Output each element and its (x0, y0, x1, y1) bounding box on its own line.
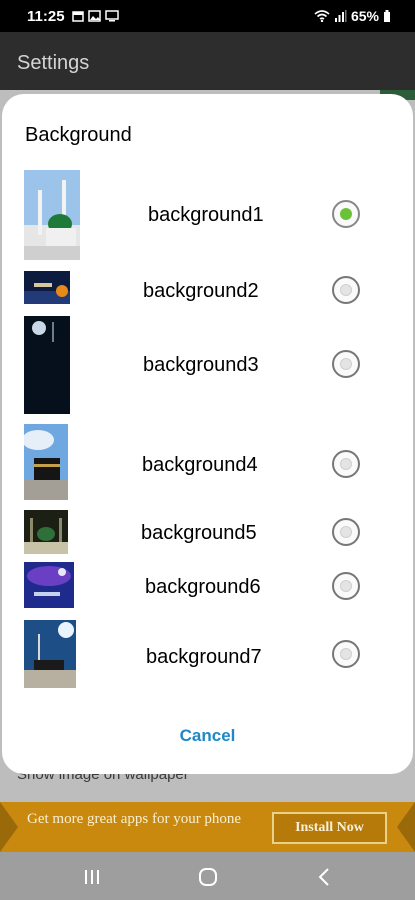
list-item-background7[interactable]: background7 (2, 620, 413, 688)
wifi-icon (314, 10, 330, 22)
desktop-icon (105, 10, 119, 22)
home-icon (199, 868, 217, 886)
option-label: background4 (142, 454, 258, 476)
radio-background7[interactable] (332, 640, 360, 668)
radio-background4[interactable] (332, 450, 360, 478)
ad-banner[interactable]: Get more great apps for your phone Insta… (0, 802, 415, 852)
option-label: background6 (145, 576, 261, 598)
list-item-background1[interactable]: background1 (2, 170, 413, 262)
list-item-background6[interactable]: background6 (2, 562, 413, 610)
radio-background1[interactable] (332, 200, 360, 228)
signal-icon (334, 10, 347, 22)
image-icon (88, 10, 101, 22)
status-time: 11:25 (27, 8, 65, 25)
notification-icons (72, 10, 119, 22)
background6-thumbnail (24, 562, 74, 608)
battery-percent: 65% (350, 8, 379, 24)
option-label: background3 (143, 354, 259, 376)
radio-background6[interactable] (332, 572, 360, 600)
option-label: background1 (148, 204, 264, 226)
background3-thumbnail (24, 316, 70, 414)
background4-thumbnail (24, 424, 68, 500)
list-item-background2[interactable]: background2 (2, 270, 413, 306)
recents-icon (85, 870, 99, 884)
cancel-button[interactable]: Cancel (2, 726, 413, 746)
navigation-bar (0, 852, 415, 900)
background-dialog: Background background1 background2 backg… (2, 94, 413, 774)
home-button[interactable] (196, 865, 220, 889)
radio-background3[interactable] (332, 350, 360, 378)
page-title: Settings (17, 52, 90, 74)
ad-text: Get more great apps for your phone (27, 811, 242, 827)
background5-thumbnail (24, 510, 68, 554)
calendar-icon (72, 11, 84, 22)
ad-arrow-right (397, 802, 415, 852)
radio-background2[interactable] (332, 276, 360, 304)
status-bar: 11:25 65% (0, 0, 415, 32)
list-item-background4[interactable]: background4 (2, 424, 413, 500)
dialog-title: Background (25, 124, 132, 146)
background7-thumbnail (24, 620, 76, 688)
option-label: background7 (146, 646, 262, 668)
back-button[interactable] (312, 865, 336, 889)
status-right: 65% (314, 8, 391, 24)
recents-button[interactable] (80, 865, 104, 889)
battery-icon (384, 10, 390, 22)
app-bar: Settings (0, 32, 415, 90)
radio-background5[interactable] (332, 518, 360, 546)
background1-thumbnail (24, 170, 80, 260)
install-now-button[interactable]: Install Now (272, 812, 387, 844)
ad-arrow-left (0, 802, 18, 852)
list-item-background3[interactable]: background3 (2, 316, 413, 414)
option-label: background5 (141, 522, 257, 544)
option-label: background2 (143, 280, 259, 302)
back-icon (318, 868, 329, 886)
list-item-background5[interactable]: background5 (2, 510, 413, 554)
background2-thumbnail (24, 271, 70, 304)
